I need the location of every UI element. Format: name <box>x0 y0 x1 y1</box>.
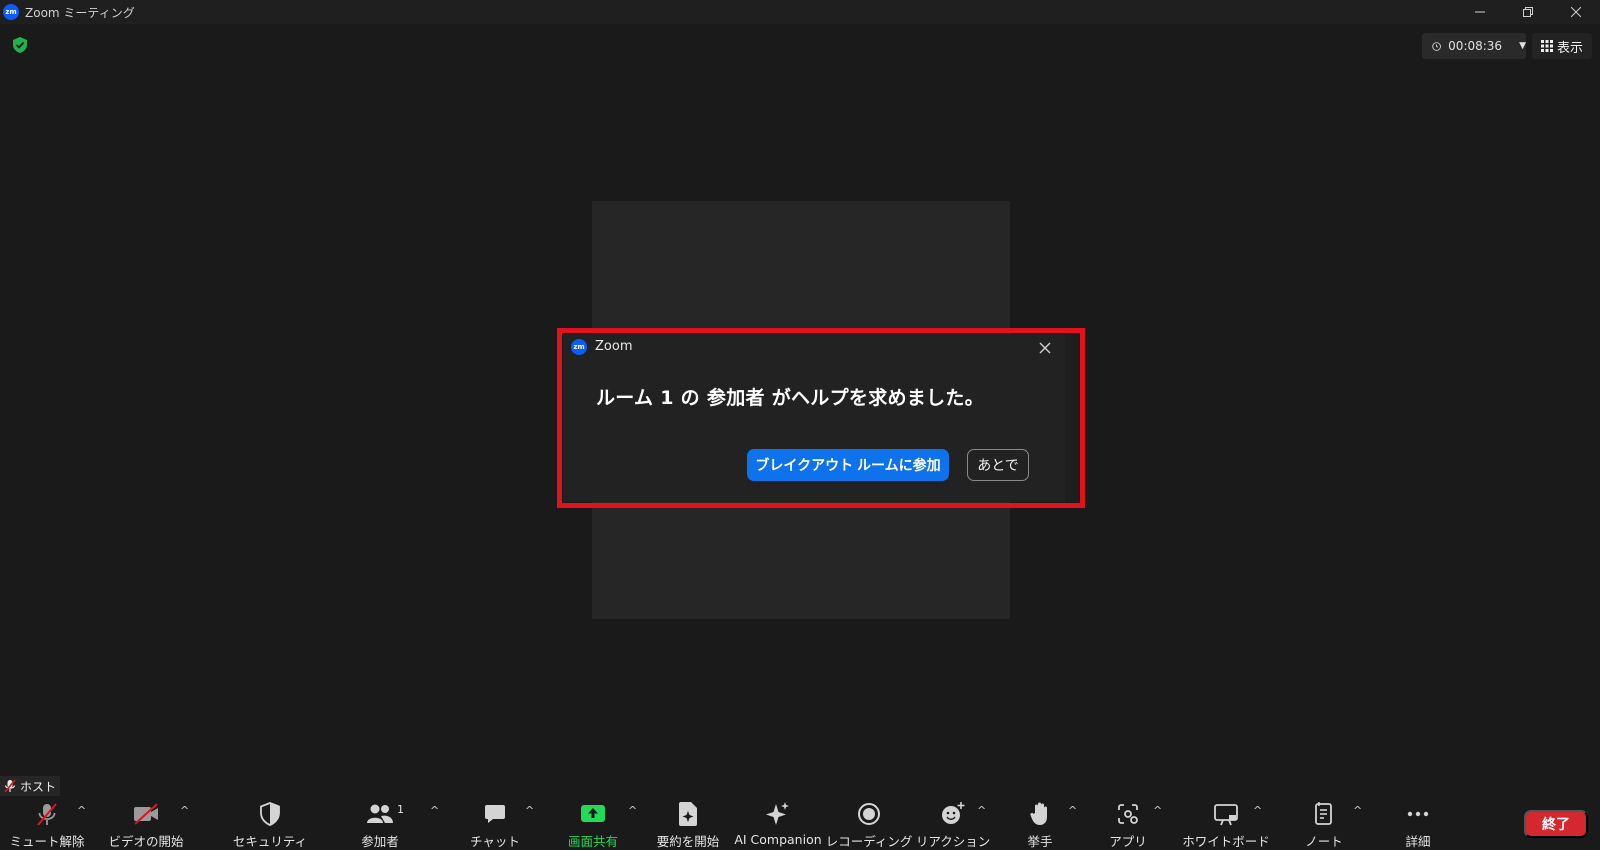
title-bar: zm Zoom ミーティング <box>0 0 1600 24</box>
minimize-icon <box>1475 11 1485 13</box>
chevron-up-icon[interactable]: ^ <box>1353 804 1362 817</box>
mic-muted-icon <box>32 800 62 827</box>
chevron-up-icon[interactable]: ^ <box>628 804 637 817</box>
toolbar-label: 参加者 <box>361 834 399 849</box>
chat-icon <box>480 800 510 827</box>
raise-hand-icon <box>1025 800 1055 827</box>
view-label: 表示 <box>1556 40 1583 56</box>
toolbar-label: 挙手 <box>1027 834 1053 849</box>
toolbar-label: セキュリティ <box>232 834 308 849</box>
unmute-button[interactable]: ミュート解除 <box>8 798 86 850</box>
minimize-button[interactable] <box>1456 0 1504 24</box>
toolbar-label: AI Companion <box>734 832 822 847</box>
summary-icon <box>673 800 703 827</box>
toolbar-label: 画面共有 <box>567 834 618 849</box>
chevron-up-icon[interactable]: ^ <box>1068 804 1077 817</box>
timer-text: 00:08:36 <box>1448 39 1503 53</box>
notes-icon <box>1309 800 1339 827</box>
window-controls <box>1456 0 1600 24</box>
notes-button[interactable]: ノート <box>1295 798 1353 850</box>
clock-icon <box>1432 41 1441 51</box>
restore-icon <box>1523 7 1533 17</box>
participant-count: 1 <box>397 803 404 816</box>
window-title: Zoom ミーティング <box>25 5 135 20</box>
apps-button[interactable]: アプリ <box>1098 798 1158 850</box>
encryption-shield-icon[interactable] <box>11 36 29 54</box>
start-video-button[interactable]: ビデオの開始 <box>105 798 187 850</box>
chevron-down-icon: ▼ <box>1519 41 1526 51</box>
mic-muted-icon <box>4 779 16 793</box>
toolbar-label: ホワイトボード <box>1182 834 1270 849</box>
shield-icon <box>255 800 285 827</box>
reaction-icon <box>938 800 968 827</box>
share-screen-icon <box>578 800 608 827</box>
share-screen-button[interactable]: 画面共有 <box>562 798 624 850</box>
chevron-up-icon[interactable]: ^ <box>180 804 189 817</box>
meeting-timer[interactable]: 00:08:36 ▼ <box>1422 33 1526 59</box>
chevron-up-icon[interactable]: ^ <box>1253 804 1262 817</box>
toolbar-label: 詳細 <box>1405 834 1431 849</box>
toolbar-label: リアクション <box>915 834 991 849</box>
chevron-up-icon[interactable]: ^ <box>525 804 534 817</box>
sparkle-icon <box>763 800 793 828</box>
meeting-toolbar: ミュート解除 ^ ビデオの開始 ^ セキュリティ 参加者 1 ^ チャット ^ … <box>0 798 1600 850</box>
end-meeting-button[interactable]: 終了 <box>1524 810 1588 838</box>
chevron-up-icon[interactable]: ^ <box>77 804 86 817</box>
ai-companion-button[interactable]: AI Companion <box>732 798 824 850</box>
host-label: ホスト <box>20 779 57 794</box>
chat-button[interactable]: チャット <box>465 798 525 850</box>
chevron-up-icon[interactable]: ^ <box>430 804 439 817</box>
start-summary-button[interactable]: 要約を開始 <box>652 798 724 850</box>
toolbar-label: チャット <box>470 834 520 849</box>
zoom-logo-icon: zm <box>3 4 19 20</box>
toolbar-label: アプリ <box>1109 834 1147 849</box>
whiteboard-icon <box>1211 800 1241 827</box>
more-button[interactable]: 詳細 <box>1388 798 1448 850</box>
toolbar-label: 要約を開始 <box>656 834 720 849</box>
video-off-icon <box>131 800 161 827</box>
chevron-up-icon[interactable]: ^ <box>1153 804 1162 817</box>
security-button[interactable]: セキュリティ <box>232 798 308 850</box>
highlight-box <box>557 328 1085 508</box>
record-button[interactable]: レコーディング <box>826 798 912 850</box>
host-badge: ホスト <box>0 776 61 796</box>
toolbar-label: ビデオの開始 <box>108 834 184 849</box>
restore-button[interactable] <box>1504 0 1552 24</box>
toolbar-label: ノート <box>1305 834 1343 849</box>
more-icon <box>1403 800 1433 827</box>
chevron-up-icon[interactable]: ^ <box>977 804 986 817</box>
participants-icon <box>365 800 395 827</box>
close-icon <box>1571 7 1581 17</box>
view-button[interactable]: 表示 <box>1532 33 1592 59</box>
raise-hand-button[interactable]: 挙手 <box>1010 798 1070 850</box>
apps-icon <box>1113 800 1143 827</box>
grid-icon <box>1540 40 1553 52</box>
close-window-button[interactable] <box>1552 0 1600 24</box>
toolbar-label: ミュート解除 <box>9 834 85 849</box>
toolbar-label: レコーディング <box>825 834 913 849</box>
record-icon <box>854 800 884 827</box>
